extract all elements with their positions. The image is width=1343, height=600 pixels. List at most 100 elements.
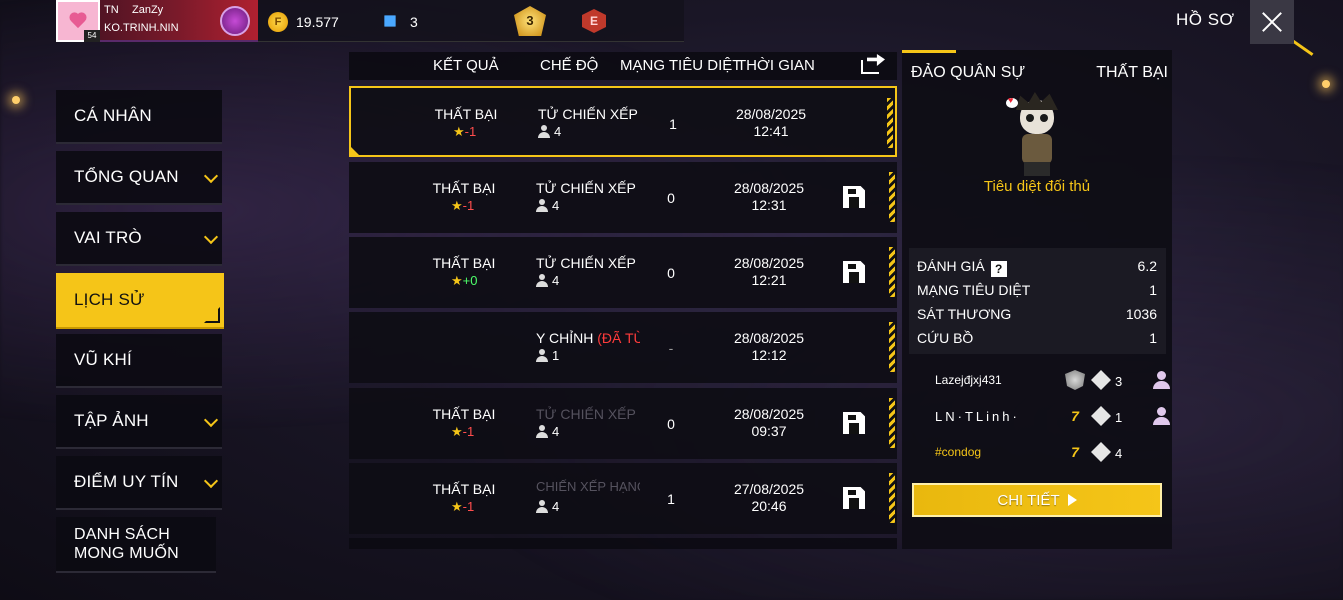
row-hatch-decoration bbox=[889, 172, 895, 222]
row-hatch-decoration bbox=[889, 322, 895, 372]
details-button[interactable]: CHI TIẾT bbox=[912, 483, 1162, 517]
table-row[interactable]: THẤT BẠI ★-1 TỬ CHIẾN XẾP HẠ 4 0 28/08/2… bbox=[349, 162, 897, 233]
stat-row-damage: SÁT THƯƠNG 1036 bbox=[917, 304, 1157, 326]
sidebar-item-label: CÁ NHÂN bbox=[74, 106, 152, 125]
table-row[interactable]: THẤT BẠI ★-1 CHIẾN XẾP HẠNG 4 1 27/08/20… bbox=[349, 463, 897, 534]
stat-label: CỨU BỒ bbox=[917, 330, 974, 346]
sidebar-item-roles[interactable]: VAI TRÒ bbox=[56, 212, 222, 266]
squad-size: 4 bbox=[536, 424, 559, 439]
elite-pass-icon[interactable]: E bbox=[582, 9, 606, 33]
rank-badge-icon[interactable]: 3 bbox=[514, 6, 546, 36]
diamond-icon bbox=[379, 10, 402, 33]
match-datetime: 27/08/2025 20:46 bbox=[719, 481, 819, 515]
mascot-caption: Tiêu diệt đối thủ bbox=[983, 178, 1091, 195]
game-mode-label: TỬ CHIẾN XẾP HẠ bbox=[536, 255, 640, 271]
help-icon[interactable]: ? bbox=[990, 261, 1007, 277]
sidebar-item-overview[interactable]: TỔNG QUAN bbox=[56, 151, 222, 205]
match-time: 20:46 bbox=[751, 498, 787, 514]
save-replay-icon[interactable] bbox=[843, 487, 865, 509]
table-row[interactable]: THẤT BẠI ★-1 TỬ CHIẾN XẾP HẠ 4 0 28/08/2… bbox=[349, 388, 897, 459]
match-datetime: 28/08/2025 12:12 bbox=[719, 330, 819, 364]
chevron-down-icon bbox=[203, 229, 219, 245]
chevron-down-icon bbox=[203, 168, 219, 184]
match-time: 12:41 bbox=[753, 123, 789, 139]
table-row[interactable]: THẤT BẠI ★+0 TỬ CHIẾN XẾP HẠ 4 0 28/08/2… bbox=[349, 237, 897, 308]
person-icon bbox=[536, 274, 548, 287]
game-mode-label: TỬ CHIẾN XẾP HẠ bbox=[538, 106, 642, 122]
stat-row-kills: MẠNG TIÊU DIỆT 1 bbox=[917, 280, 1157, 302]
stat-row-rating: ĐÁNH GIÁ? 6.2 bbox=[917, 256, 1157, 278]
player-signature: KO.TRINH.NIN bbox=[104, 22, 179, 34]
teammate-list: Lazejđjxj431 3 LN·TLinh· 7 1 #condog 7 4 bbox=[909, 364, 1170, 472]
row-corner-decoration bbox=[351, 147, 359, 155]
sidebar-item-album[interactable]: TẬP ẢNH bbox=[56, 395, 222, 449]
add-friend-icon[interactable] bbox=[1153, 407, 1171, 425]
table-row[interactable]: THẤT BẠI ★-1 TỬ CHIẾN XẾP HẠ 4 1 28/08/2… bbox=[349, 86, 897, 157]
mascot-hair bbox=[1016, 92, 1058, 110]
match-detail-panel: ĐẢO QUÂN SỰ THẤT BẠI Tiêu diệt đối thủ Đ… bbox=[902, 50, 1172, 549]
kill-icon bbox=[1091, 406, 1111, 426]
teammate-row[interactable]: LN·TLinh· 7 1 bbox=[935, 404, 1170, 430]
sidebar-item-history[interactable]: LỊCH SỬ bbox=[56, 273, 224, 329]
match-datetime: 28/08/2025 12:21 bbox=[719, 255, 819, 289]
squad-size: 4 bbox=[538, 124, 561, 139]
person-icon bbox=[538, 125, 550, 138]
add-friend-icon[interactable] bbox=[1153, 371, 1171, 389]
sidebar-item-label: ĐIỂM UY TÍN bbox=[74, 472, 179, 491]
rank-point-delta: -1 bbox=[462, 424, 475, 439]
rank-point-delta: -1 bbox=[462, 198, 475, 213]
game-mode: TỬ CHIẾN XẾP HẠ bbox=[538, 106, 642, 122]
sidebar-item-label: LỊCH SỬ bbox=[74, 290, 145, 309]
save-replay-icon[interactable] bbox=[843, 186, 865, 208]
sidebar-item-weapons[interactable]: VŨ KHÍ bbox=[56, 334, 222, 388]
column-header-result: KẾT QUẢ bbox=[433, 57, 499, 74]
person-icon bbox=[536, 500, 548, 513]
diamond-value: 3 bbox=[410, 14, 418, 30]
kill-count: 0 bbox=[667, 190, 675, 206]
kill-count: 1 bbox=[669, 116, 677, 132]
share-icon bbox=[861, 60, 879, 74]
mascot-eye bbox=[1040, 114, 1048, 122]
match-date: 27/08/2025 bbox=[733, 481, 805, 497]
sidebar-item-label: VAI TRÒ bbox=[74, 228, 142, 247]
match-date: 28/08/2025 bbox=[733, 180, 805, 196]
squad-size-value: 1 bbox=[552, 348, 560, 363]
mascot-illustration bbox=[1006, 92, 1068, 178]
sidebar-item-personal[interactable]: CÁ NHÂN bbox=[56, 90, 222, 144]
person-icon bbox=[536, 425, 548, 438]
teammate-kills: 3 bbox=[1115, 374, 1123, 389]
row-hatch-decoration bbox=[889, 473, 895, 523]
kill-count: 0 bbox=[667, 265, 675, 281]
match-datetime: 28/08/2025 12:41 bbox=[721, 106, 821, 140]
close-button[interactable] bbox=[1250, 0, 1294, 44]
match-stats: ĐÁNH GIÁ? 6.2 MẠNG TIÊU DIỆT 1 SÁT THƯƠN… bbox=[909, 248, 1166, 354]
share-button[interactable] bbox=[861, 54, 887, 76]
star-icon: ★ bbox=[451, 499, 463, 514]
game-mode-label: TỬ CHIẾN XẾP HẠ bbox=[536, 406, 640, 422]
sidebar-item-wishlist[interactable]: DANH SÁCH MONG MUỐN bbox=[56, 517, 216, 573]
sidebar-item-reputation[interactable]: ĐIỂM UY TÍN bbox=[56, 456, 222, 510]
kill-count: 1 bbox=[667, 491, 675, 507]
table-footer bbox=[349, 538, 897, 549]
save-replay-icon[interactable] bbox=[843, 261, 865, 283]
rank-star: ★-1 bbox=[451, 499, 474, 515]
save-replay-icon[interactable] bbox=[843, 412, 865, 434]
table-row[interactable]: Y CHỈNH (ĐÃ TỪ B 1 - 28/08/202512:12 bbox=[349, 312, 897, 383]
close-icon bbox=[1261, 11, 1283, 33]
teammate-row[interactable]: #condog 7 4 bbox=[935, 440, 1165, 466]
ff-rank-icon: 7 bbox=[1071, 408, 1079, 424]
star-icon: ★ bbox=[451, 273, 463, 288]
rank-star: ★-1 bbox=[451, 424, 474, 440]
profile-card[interactable]: 54 TN ZanZy KO.TRINH.NIN bbox=[56, 0, 258, 42]
detail-match-result: THẤT BẠI bbox=[1096, 64, 1168, 81]
star-icon: ★ bbox=[453, 124, 465, 139]
background-lamp bbox=[12, 96, 20, 104]
guild-emblem-icon[interactable] bbox=[220, 6, 250, 36]
squad-size: 1 bbox=[536, 348, 559, 363]
rank-star: ★+0 bbox=[451, 273, 477, 289]
teammate-row[interactable]: Lazejđjxj431 3 bbox=[935, 368, 1170, 394]
rank-star: ★-1 bbox=[451, 198, 474, 214]
squad-size-value: 4 bbox=[552, 198, 560, 213]
person-icon bbox=[536, 199, 548, 212]
match-time: 09:37 bbox=[751, 423, 787, 439]
